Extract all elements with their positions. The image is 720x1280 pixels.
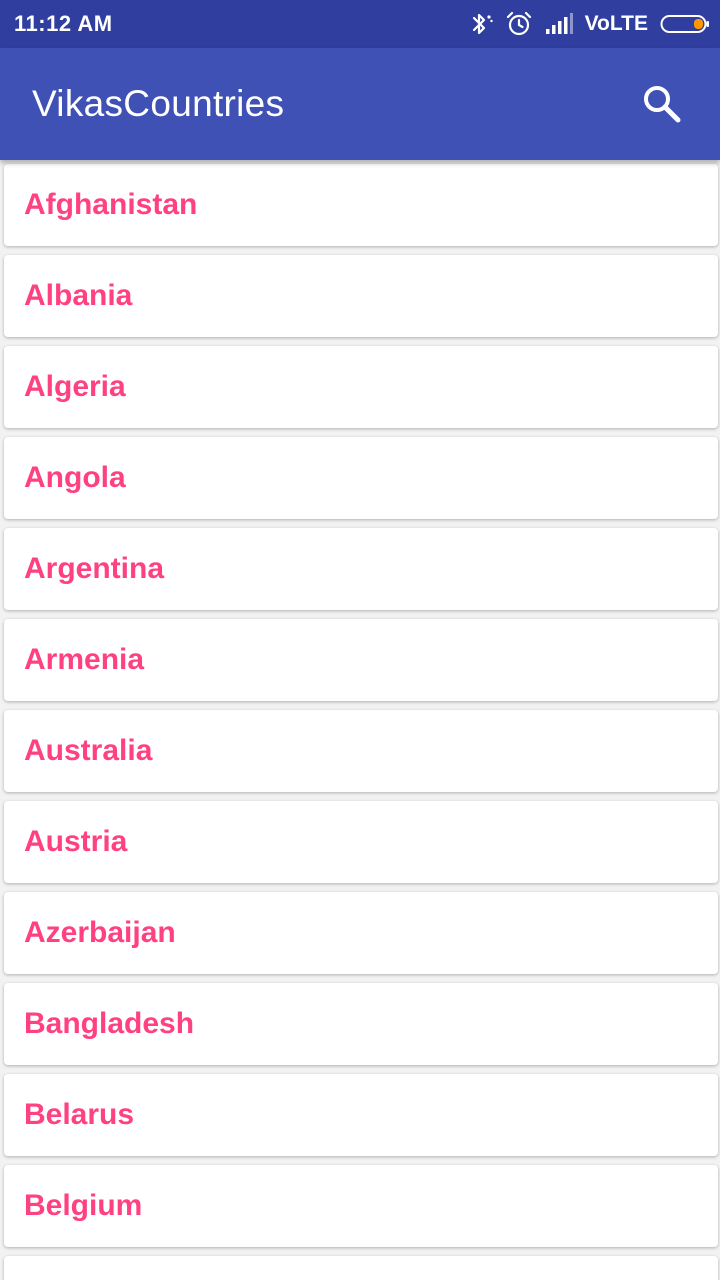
app-bar: VikasCountries [0, 48, 720, 160]
country-item-afghanistan[interactable]: Afghanistan [4, 164, 718, 246]
battery-icon [660, 13, 710, 35]
country-label: Angola [24, 461, 126, 494]
country-item-azerbaijan[interactable]: Azerbaijan [4, 892, 718, 974]
country-item-bangladesh[interactable]: Bangladesh [4, 983, 718, 1065]
country-item-algeria[interactable]: Algeria [4, 346, 718, 428]
country-label: Argentina [24, 552, 165, 585]
signal-icon [545, 13, 573, 35]
country-item-albania[interactable]: Albania [4, 255, 718, 337]
status-time: 11:12 AM [14, 11, 113, 36]
search-icon [644, 86, 681, 123]
app-title: VikasCountries [32, 83, 285, 124]
country-label: Austria [24, 825, 128, 858]
country-label: Azerbaijan [24, 916, 176, 949]
status-bar: 11:12 AM VoLTE [0, 0, 720, 48]
country-item-australia[interactable]: Australia [4, 710, 718, 792]
country-label: Afghanistan [24, 188, 198, 221]
country-label: Belarus [24, 1098, 135, 1131]
country-label: Albania [24, 279, 133, 312]
country-item-argentina[interactable]: Argentina [4, 528, 718, 610]
country-label: Algeria [24, 370, 126, 403]
network-label: VoLTE [584, 12, 648, 35]
search-button[interactable] [636, 78, 688, 130]
country-item-belgium[interactable]: Belgium [4, 1165, 718, 1247]
country-item-austria[interactable]: Austria [4, 801, 718, 883]
country-item-armenia[interactable]: Armenia [4, 619, 718, 701]
alarm-icon [505, 10, 533, 38]
country-label: Belgium [24, 1189, 143, 1222]
country-label: Armenia [24, 643, 145, 676]
country-item-belarus[interactable]: Belarus [4, 1074, 718, 1156]
status-icons: VoLTE [469, 10, 710, 38]
country-label: Bangladesh [24, 1007, 195, 1040]
country-item-next[interactable] [4, 1256, 718, 1280]
country-list[interactable]: Afghanistan Albania Algeria Angola Argen… [0, 160, 720, 1280]
bluetooth-icon [469, 11, 493, 37]
country-label: Australia [24, 734, 153, 767]
country-item-angola[interactable]: Angola [4, 437, 718, 519]
